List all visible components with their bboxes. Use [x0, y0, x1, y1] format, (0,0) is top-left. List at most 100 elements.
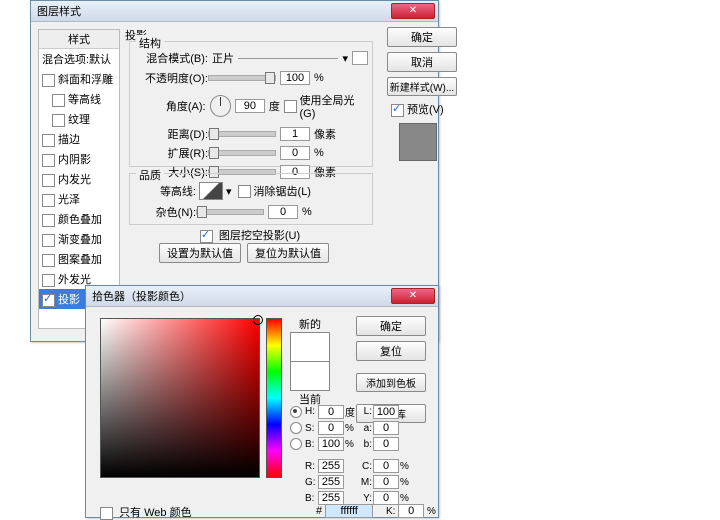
style-checkbox[interactable] — [52, 114, 65, 127]
color-input[interactable] — [318, 421, 344, 435]
web-only-label: 只有 Web 颜色 — [119, 507, 192, 519]
spread-slider[interactable] — [208, 150, 276, 156]
angle-dial[interactable] — [210, 95, 231, 117]
color-input[interactable] — [373, 421, 399, 435]
style-item[interactable]: 描边 — [39, 129, 119, 149]
styles-header[interactable]: 样式 — [39, 30, 119, 49]
angle-input[interactable] — [235, 99, 265, 113]
color-input[interactable] — [373, 405, 399, 419]
px-label: 像素 — [314, 126, 336, 142]
style-checkbox[interactable] — [42, 294, 55, 307]
color-picker-window: 拾色器（投影颜色） ✕ 新的 当前 确定 复位 添加到色板 颜色库 H:度L:S… — [85, 285, 439, 518]
style-checkbox[interactable] — [42, 154, 55, 167]
global-light-checkbox[interactable] — [284, 100, 297, 113]
style-item[interactable]: 等高线 — [39, 89, 119, 109]
close-icon[interactable]: ✕ — [391, 3, 435, 19]
titlebar[interactable]: 图层样式 ✕ — [31, 1, 438, 22]
style-label: 内阴影 — [58, 154, 91, 166]
style-checkbox[interactable] — [42, 234, 55, 247]
knockout-checkbox[interactable] — [200, 230, 213, 243]
distance-input[interactable] — [280, 127, 310, 141]
web-only-checkbox[interactable] — [100, 507, 113, 520]
k-input[interactable] — [398, 504, 424, 518]
style-item[interactable]: 渐变叠加 — [39, 229, 119, 249]
spread-input[interactable] — [280, 146, 310, 160]
titlebar[interactable]: 拾色器（投影颜色） ✕ — [86, 286, 438, 307]
style-checkbox[interactable] — [42, 174, 55, 187]
add-swatch-button[interactable]: 添加到色板 — [356, 373, 426, 392]
contour-picker[interactable] — [199, 182, 223, 200]
model-radio[interactable] — [290, 406, 302, 418]
model-radio[interactable] — [290, 438, 302, 450]
field-cursor-icon — [253, 315, 263, 325]
global-light-label: 使用全局光(G) — [300, 92, 368, 120]
hue-slider[interactable] — [266, 318, 282, 478]
style-item[interactable]: 纹理 — [39, 109, 119, 129]
noise-input[interactable] — [268, 205, 298, 219]
opacity-input[interactable] — [280, 71, 310, 85]
style-item[interactable]: 光泽 — [39, 189, 119, 209]
group-quality-label: 品质 — [136, 167, 164, 183]
style-label: 斜面和浮雕 — [58, 74, 113, 86]
preview-swatch — [399, 123, 437, 161]
style-label: 光泽 — [58, 194, 80, 206]
style-label: 内发光 — [58, 174, 91, 186]
new-style-button[interactable]: 新建样式(W)... — [387, 77, 457, 96]
chevron-down-icon[interactable]: ▾ — [226, 185, 232, 198]
cancel-button[interactable]: 取消 — [387, 52, 457, 72]
noise-slider[interactable] — [196, 209, 264, 215]
knockout-label: 图层挖空投影(U) — [219, 230, 300, 242]
color-input[interactable] — [318, 405, 344, 419]
new-swatch — [290, 332, 330, 362]
blend-color-swatch[interactable] — [352, 51, 368, 65]
style-label: 描边 — [58, 134, 80, 146]
model-radio[interactable] — [290, 422, 302, 434]
blend-options-row[interactable]: 混合选项:默认 — [39, 49, 119, 69]
color-input[interactable] — [318, 475, 344, 489]
style-checkbox[interactable] — [42, 194, 55, 207]
color-input[interactable] — [373, 475, 399, 489]
window-title: 图层样式 — [37, 3, 81, 19]
style-item[interactable]: 内阴影 — [39, 149, 119, 169]
style-item[interactable]: 图案叠加 — [39, 249, 119, 269]
antialias-label: 消除锯齿(L) — [254, 183, 311, 199]
distance-slider[interactable] — [208, 131, 276, 137]
ok-button[interactable]: 确定 — [387, 27, 457, 47]
reset-default-button[interactable]: 复位为默认值 — [247, 243, 329, 263]
style-checkbox[interactable] — [42, 134, 55, 147]
color-input[interactable] — [373, 459, 399, 473]
style-item[interactable]: 颜色叠加 — [39, 209, 119, 229]
current-swatch[interactable] — [290, 361, 330, 391]
ok-button[interactable]: 确定 — [356, 316, 426, 336]
chevron-down-icon[interactable]: ▾ — [342, 52, 348, 65]
blend-mode-dropdown[interactable] — [238, 58, 338, 59]
color-input[interactable] — [373, 491, 399, 505]
hex-input[interactable] — [325, 504, 373, 518]
reset-button[interactable]: 复位 — [356, 341, 426, 361]
color-field[interactable] — [100, 318, 260, 478]
color-input[interactable] — [318, 459, 344, 473]
color-input[interactable] — [318, 437, 344, 451]
preview-checkbox[interactable] — [391, 104, 404, 117]
angle-label: 角度(A): — [136, 98, 206, 114]
preview-label: 预览(V) — [407, 104, 444, 116]
style-checkbox[interactable] — [42, 74, 55, 87]
style-checkbox[interactable] — [42, 214, 55, 227]
blend-mode-label: 混合模式(B): — [136, 50, 208, 66]
close-icon[interactable]: ✕ — [391, 288, 435, 304]
make-default-button[interactable]: 设置为默认值 — [159, 243, 241, 263]
k-label: K: — [386, 506, 395, 517]
opacity-slider[interactable] — [208, 75, 276, 81]
style-checkbox[interactable] — [42, 274, 55, 287]
color-input[interactable] — [373, 437, 399, 451]
styles-list: 样式 混合选项:默认 斜面和浮雕等高线纹理描边内阴影内发光光泽颜色叠加渐变叠加图… — [38, 29, 120, 329]
antialias-checkbox[interactable] — [238, 185, 251, 198]
color-input[interactable] — [318, 491, 344, 505]
style-item[interactable]: 斜面和浮雕 — [39, 69, 119, 89]
style-checkbox[interactable] — [42, 254, 55, 267]
style-item[interactable]: 内发光 — [39, 169, 119, 189]
new-label: 新的 — [290, 316, 330, 332]
blend-mode-value[interactable]: 正片 — [212, 50, 234, 66]
window-title: 拾色器（投影颜色） — [92, 288, 191, 304]
style-checkbox[interactable] — [52, 94, 65, 107]
